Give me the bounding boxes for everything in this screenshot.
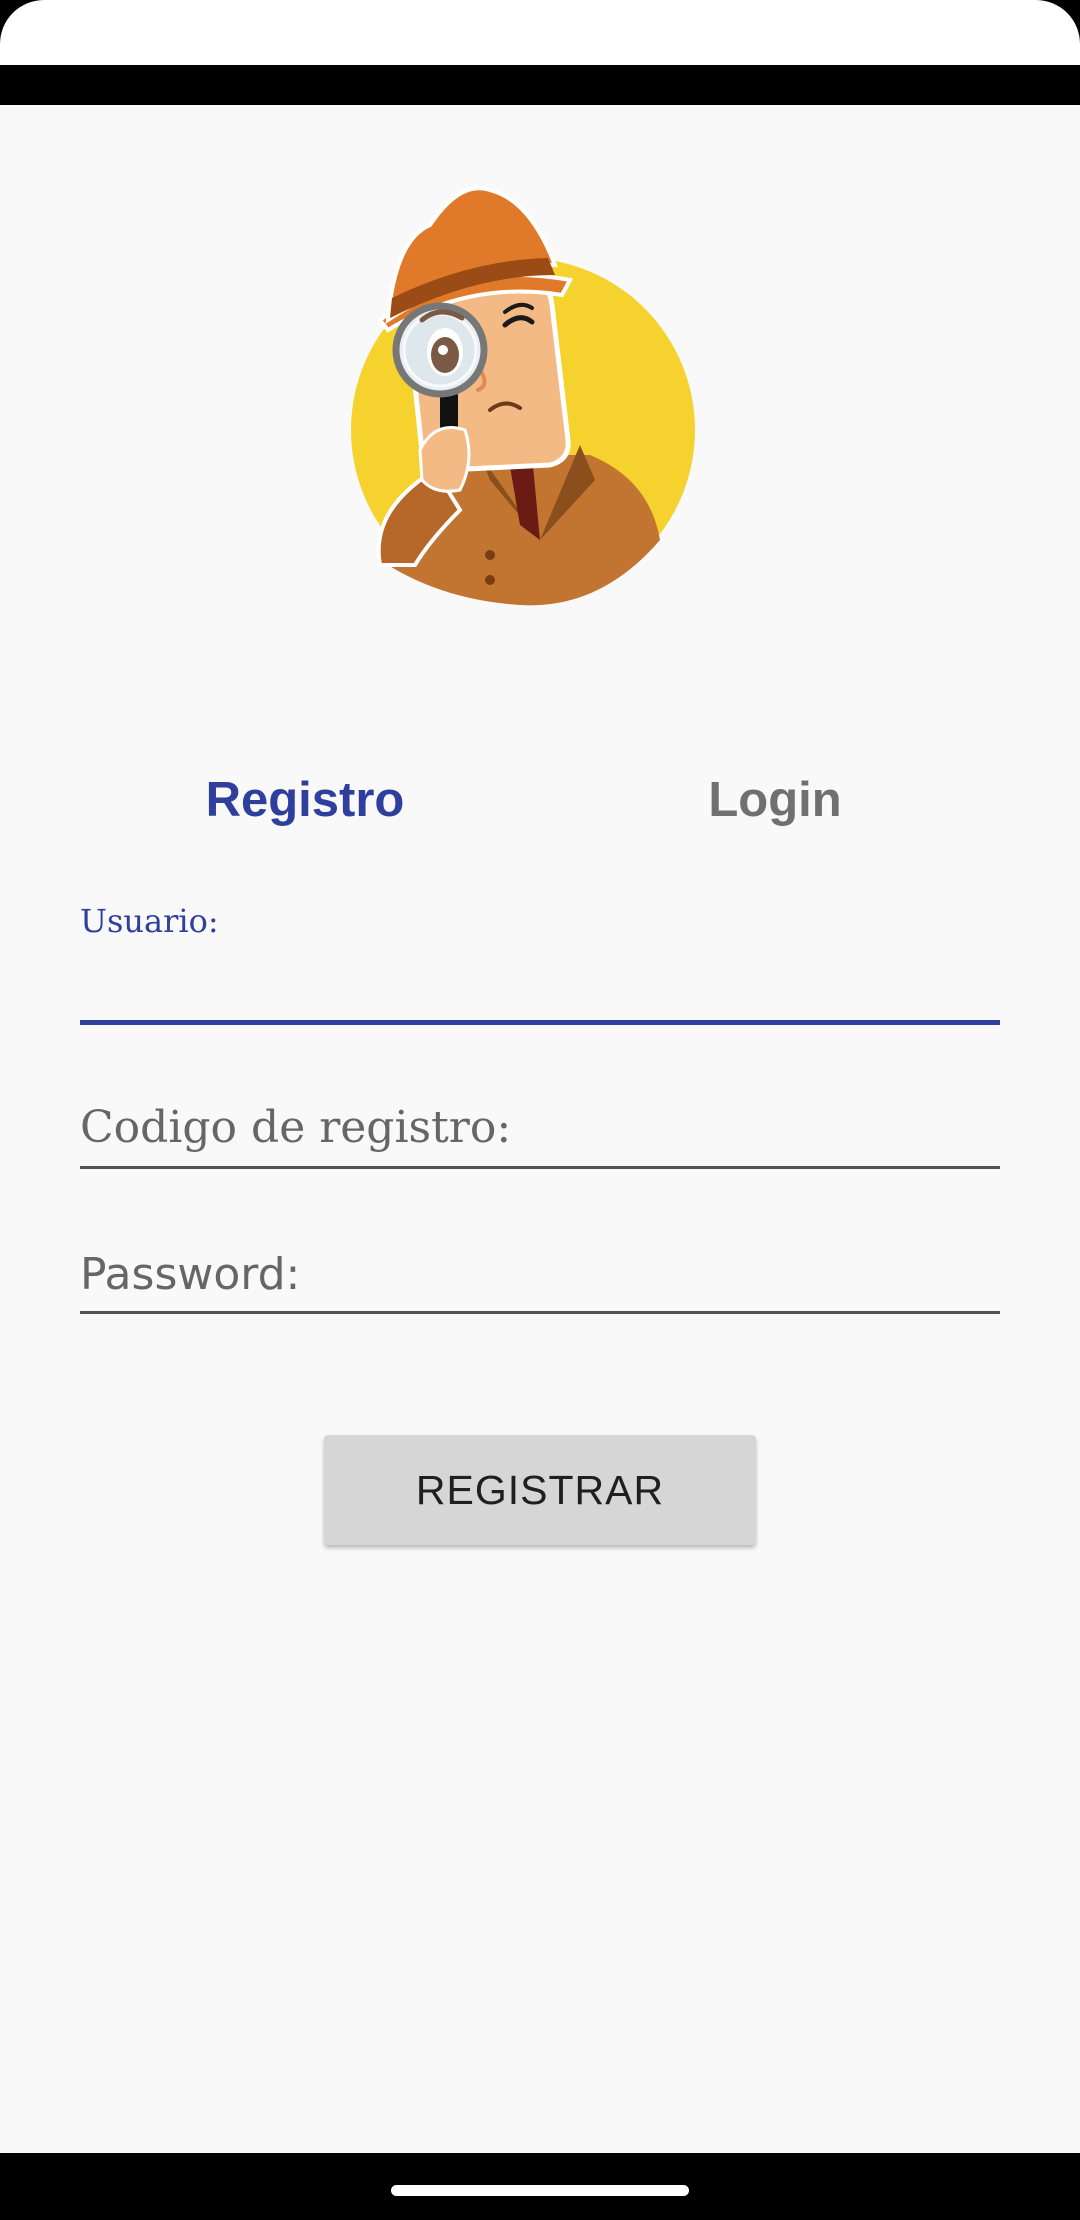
codigo-registro-hint: Codigo de registro:	[80, 1102, 512, 1153]
usuario-underline	[80, 1020, 1000, 1025]
tab-registro[interactable]: Registro	[95, 760, 515, 840]
auth-tabs: Registro Login	[0, 760, 1080, 840]
detective-logo-icon	[351, 186, 695, 606]
usuario-field[interactable]: Usuario:	[80, 890, 1000, 1030]
codigo-registro-underline	[80, 1166, 1000, 1169]
home-gesture-handle[interactable]	[391, 2185, 689, 2196]
registrar-button[interactable]: REGISTRAR	[324, 1435, 756, 1545]
registration-screen: Registro Login Usuario: Codigo de regist…	[0, 0, 1080, 2220]
status-bar	[0, 0, 1080, 65]
navigation-bar	[0, 2153, 1080, 2220]
tab-login[interactable]: Login	[565, 760, 985, 840]
password-underline	[80, 1311, 1000, 1314]
password-field[interactable]: Password:	[80, 1235, 1000, 1315]
codigo-registro-field[interactable]: Codigo de registro:	[80, 1090, 1000, 1170]
password-hint: Password:	[80, 1249, 301, 1300]
usuario-label: Usuario:	[80, 902, 219, 940]
